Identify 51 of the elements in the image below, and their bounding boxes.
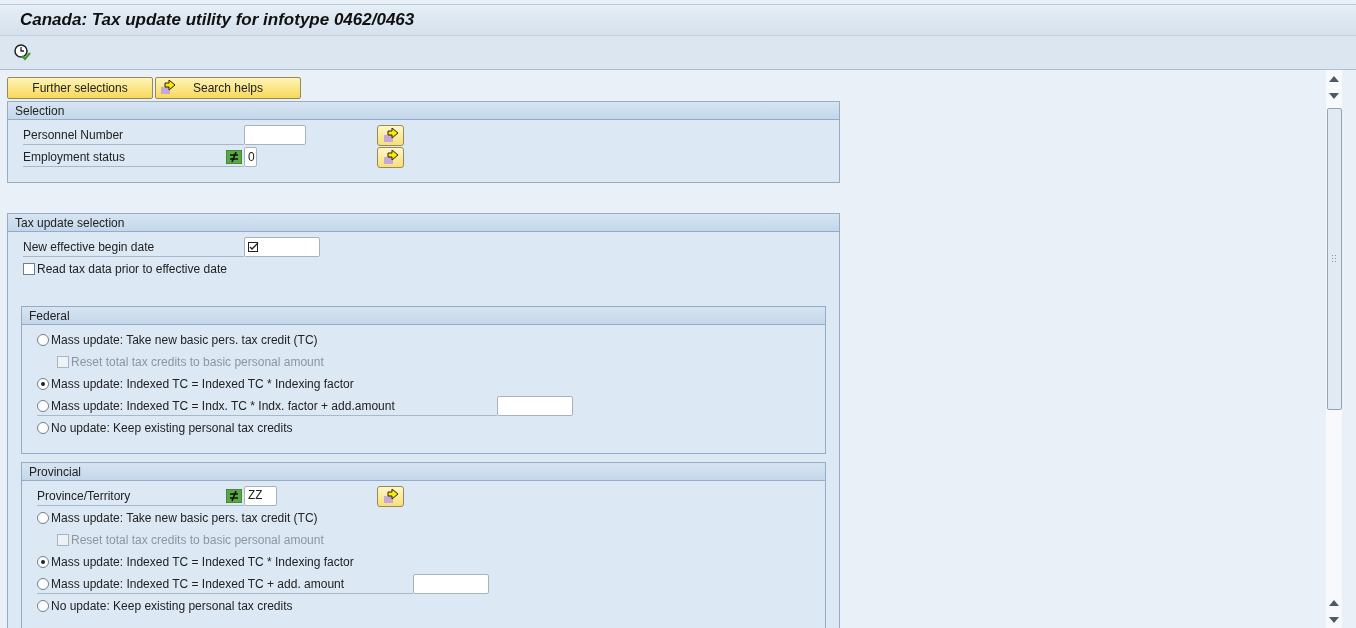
- radio-button[interactable]: [37, 556, 49, 568]
- arrow-icon: [382, 149, 399, 165]
- radio-button[interactable]: [37, 399, 49, 412]
- group-title: Selection: [15, 103, 65, 118]
- option-label: Read tax data prior to effective date: [37, 262, 227, 276]
- multiple-selection-button[interactable]: [377, 485, 404, 507]
- option-label: Mass update: Take new basic pers. tax credit (TC): [51, 511, 318, 525]
- radio-button[interactable]: [37, 577, 49, 590]
- scroll-up-icon[interactable]: [1329, 76, 1339, 82]
- option-label: Mass update: Indexed TC = Indexed TC * Indexing factor: [51, 377, 354, 391]
- toolbar-button[interactable]: Search helps: [155, 77, 301, 99]
- radio-button[interactable]: [37, 422, 49, 434]
- date-field[interactable]: [244, 237, 320, 257]
- amount-field[interactable]: [497, 396, 573, 416]
- group-title: Federal: [29, 308, 70, 323]
- scroll-down-icon[interactable]: [1329, 93, 1339, 99]
- scroll-thumb[interactable]: [1326, 108, 1342, 410]
- toolbar-button[interactable]: Further selections: [7, 77, 153, 99]
- option-label: Mass update: Indexed TC = Indexed TC * Indexing factor: [51, 555, 354, 569]
- arrow-icon: [382, 127, 399, 143]
- radio-button[interactable]: [37, 512, 49, 524]
- input-field[interactable]: [244, 125, 306, 145]
- group-title: Provincial: [29, 464, 82, 479]
- radio-button[interactable]: [37, 334, 49, 346]
- option-label: No update: Keep existing personal tax credits: [51, 599, 293, 613]
- scroll-down-icon[interactable]: [1329, 617, 1339, 623]
- option-label: Mass update: Indexed TC = Indx. TC * Indx. factor + add.amount: [51, 398, 395, 413]
- radio-button[interactable]: [37, 378, 49, 390]
- option-label: No update: Keep existing personal tax credits: [51, 421, 293, 435]
- multiple-selection-button[interactable]: [377, 124, 404, 146]
- scrollbar[interactable]: [1326, 70, 1342, 628]
- radio-button[interactable]: [37, 600, 49, 612]
- window-title: Canada: Tax update utility for infotype 0462/0463: [20, 10, 415, 30]
- input-field[interactable]: ZZ: [244, 486, 277, 506]
- field-label: Personnel Number: [23, 125, 244, 145]
- grip-icon: [1331, 255, 1337, 263]
- field-label: New effective begin date: [23, 237, 244, 257]
- option-label: Mass update: Take new basic pers. tax credit (TC): [51, 333, 318, 347]
- scroll-up-icon[interactable]: [1329, 600, 1339, 606]
- option-label: Mass update: Indexed TC = Indexed TC + add. amount: [51, 576, 345, 591]
- amount-field[interactable]: [413, 574, 489, 594]
- arrow-icon: [160, 80, 176, 95]
- checkbox[interactable]: [23, 263, 35, 275]
- group-title: Tax update selection: [15, 215, 125, 230]
- required-check-icon: [248, 241, 259, 253]
- multiple-selection-button[interactable]: [377, 146, 404, 168]
- option-label: Reset total tax credits to basic personal amount: [71, 533, 324, 547]
- arrow-icon: [382, 488, 399, 504]
- clock-check-icon[interactable]: [14, 44, 31, 61]
- option-label: Reset total tax credits to basic personal amount: [71, 355, 324, 369]
- input-field[interactable]: 0: [244, 147, 257, 167]
